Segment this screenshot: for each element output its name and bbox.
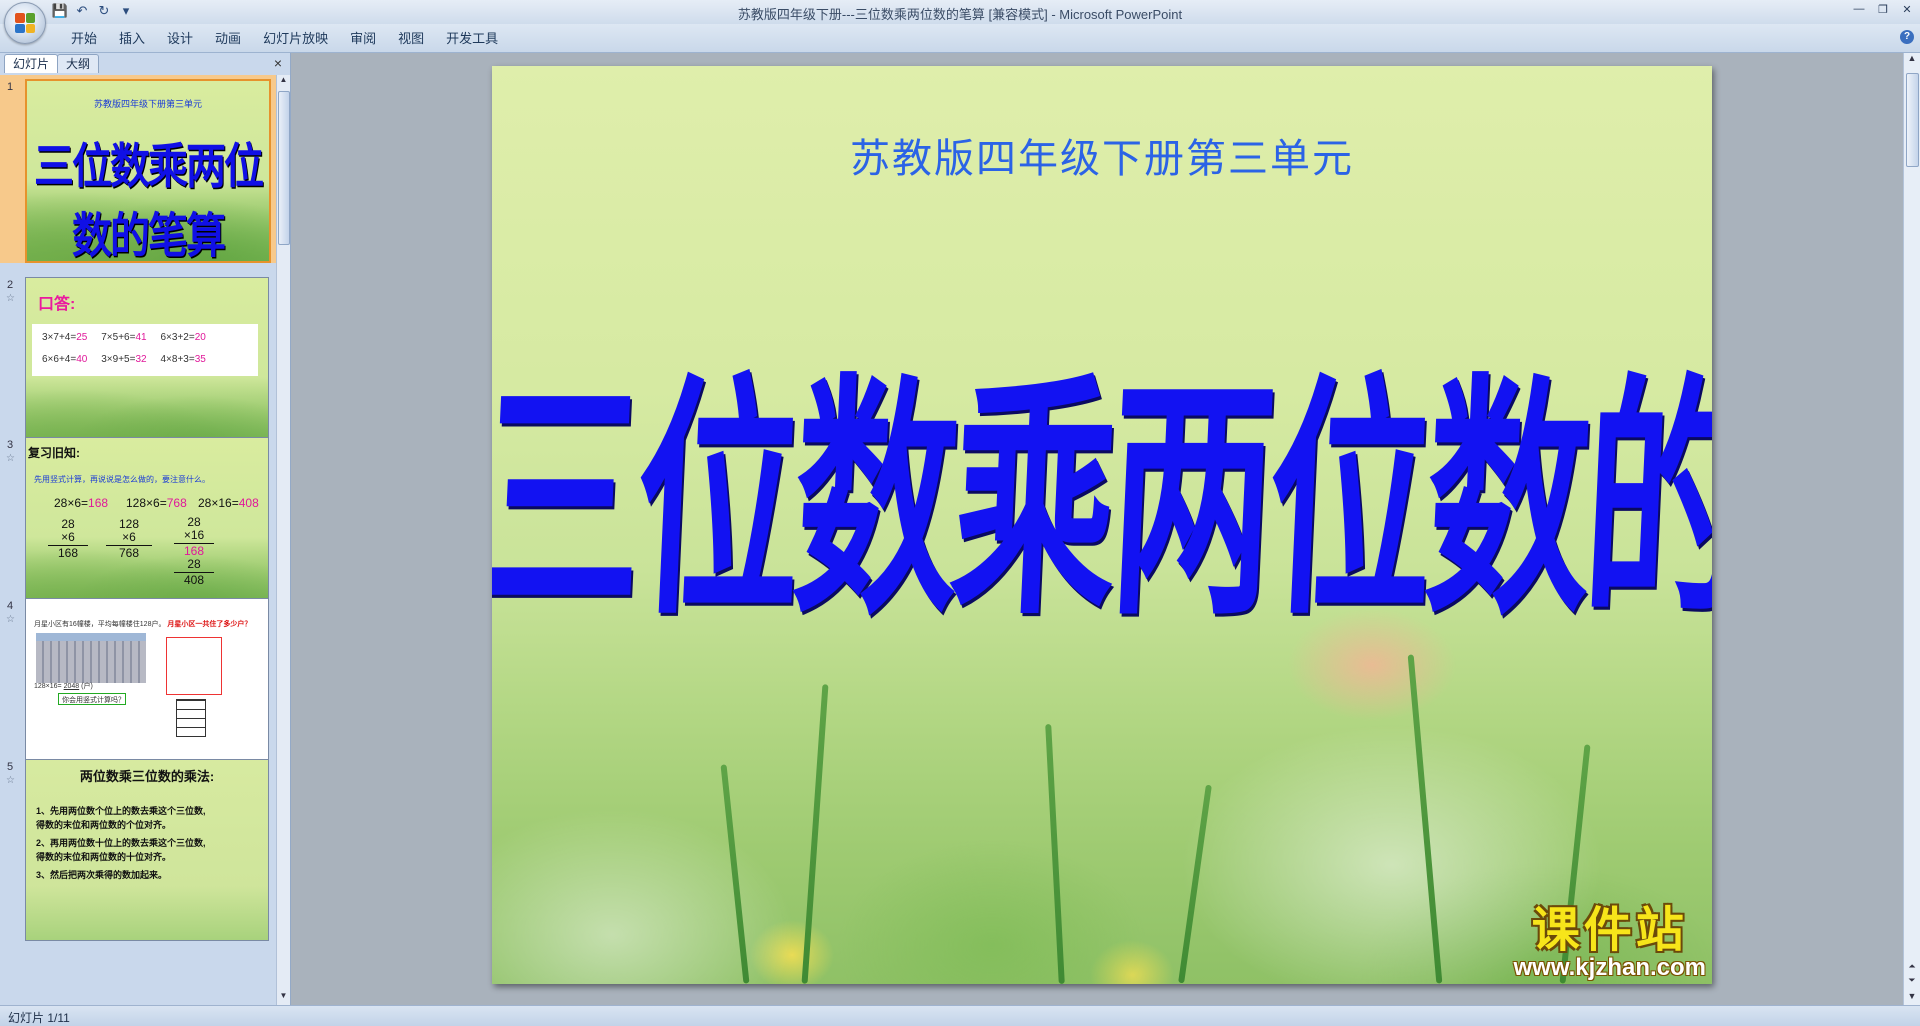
animation-star-icon: ☆ bbox=[6, 453, 15, 464]
word-problem: 月星小区有16幢楼，平均每幢楼住128户。 月星小区一共住了多少户？ bbox=[34, 621, 252, 628]
rule-step: 2、再用两位数十位上的数去乘这个三位数, bbox=[36, 838, 206, 848]
help-icon[interactable]: ? bbox=[1900, 30, 1914, 44]
tab-insert[interactable]: 插入 bbox=[108, 30, 156, 48]
rule-step: 3、然后把两次乘得的数加起来。 bbox=[36, 870, 168, 880]
rule-step: 1、先用两位数个位上的数去乘这个三位数, bbox=[36, 806, 206, 816]
slide-thumbnail-5[interactable]: 5 ☆ 两位数乘三位数的乘法: 1、先用两位数个位上的数去乘这个三位数, 得数的… bbox=[0, 755, 276, 943]
tab-slides[interactable]: 幻灯片 bbox=[4, 54, 59, 73]
tab-view[interactable]: 视图 bbox=[387, 30, 435, 48]
tab-outline[interactable]: 大纲 bbox=[57, 54, 100, 73]
equation: 28×16=408 bbox=[198, 496, 259, 510]
ribbon-tabs: 开始 插入 设计 动画 幻灯片放映 审阅 视图 开发工具 bbox=[50, 30, 509, 48]
vertical-calculation: 28 ×6 168 bbox=[48, 518, 88, 560]
slide-number: 3 bbox=[7, 439, 14, 451]
current-slide[interactable]: 苏教版四年级下册第三单元 三位数乘两位数的笔算 课件站 www.kjzhan.c… bbox=[492, 66, 1712, 984]
thumbnail-preview: 苏教版四年级下册第三单元 三位数乘两位数的笔算 bbox=[25, 79, 271, 263]
rule-step: 得数的末位和两位数的十位对齐。 bbox=[36, 852, 172, 862]
answer-line: 128×16= 2048 (户) bbox=[34, 683, 93, 690]
equation: 128×6=768 bbox=[126, 496, 187, 510]
animation-star-icon: ☆ bbox=[6, 775, 15, 786]
panel-close-icon[interactable]: × bbox=[274, 55, 282, 71]
vertical-calculation: 28 ×16 168 28 408 bbox=[174, 516, 214, 587]
status-bar: 幻灯片 1/11 bbox=[0, 1005, 1920, 1026]
slides-panel: 幻灯片 大纲 × 1 苏教版四年级下册第三单元 三位数乘两位数的笔算 2 ☆ 口… bbox=[0, 53, 291, 1005]
calculation-grid bbox=[176, 699, 206, 737]
thumb-heading: 两位数乘三位数的乘法: bbox=[79, 769, 215, 784]
tab-slideshow[interactable]: 幻灯片放映 bbox=[252, 30, 339, 48]
thumbnail-preview: 复习旧知: 先用竖式计算，再说说是怎么做的，要注意什么。 28×6=168 12… bbox=[25, 437, 269, 619]
equation-row: 3×7+4=25 7×5+6=41 6×3+2=20 bbox=[42, 332, 206, 343]
watermark-brand: 课件站 bbox=[1531, 904, 1688, 957]
ribbon: 开始 插入 设计 动画 幻灯片放映 审阅 视图 开发工具 ? bbox=[0, 24, 1920, 53]
prompt-text: 你会用竖式计算吗？ bbox=[62, 697, 125, 704]
watermark-url: www.kjzhan.com bbox=[1513, 954, 1706, 981]
prev-slide-icon[interactable]: ⏶ bbox=[1904, 961, 1920, 975]
slide-number: 5 bbox=[7, 761, 14, 773]
editor-scrollbar[interactable]: ▲ ⏶ ⏷ ▼ bbox=[1903, 53, 1920, 1005]
slide-thumbnail-4[interactable]: 4 ☆ 月星小区有16幢楼，平均每幢楼住128户。 月星小区一共住了多少户？ 1… bbox=[0, 594, 276, 782]
scroll-thumb[interactable] bbox=[1906, 73, 1919, 167]
office-logo-icon bbox=[15, 13, 35, 33]
tab-developer[interactable]: 开发工具 bbox=[435, 30, 509, 48]
scroll-down-icon[interactable]: ▼ bbox=[1904, 991, 1920, 1005]
rule-step: 得数的末位和两位数的个位对齐。 bbox=[36, 820, 172, 830]
close-icon[interactable]: ✕ bbox=[1900, 3, 1914, 16]
thumb-heading: 口答: bbox=[38, 296, 76, 313]
tab-design[interactable]: 设计 bbox=[156, 30, 204, 48]
thumb-instruction: 先用竖式计算，再说说是怎么做的，要注意什么。 bbox=[34, 475, 210, 484]
panel-scrollbar[interactable]: ▲ ▼ bbox=[276, 75, 290, 1005]
thumb-subtitle: 苏教版四年级下册第三单元 bbox=[93, 99, 202, 109]
slide-number: 1 bbox=[7, 81, 14, 93]
slide-title[interactable]: 三位数乘两位数的笔算 bbox=[492, 296, 1712, 663]
window-controls: — ❐ ✕ bbox=[1852, 3, 1914, 16]
equation-box: 3×7+4=25 7×5+6=41 6×3+2=20 6×6+4=40 3×9+… bbox=[32, 324, 258, 376]
tab-home[interactable]: 开始 bbox=[60, 30, 108, 48]
office-button[interactable] bbox=[4, 2, 46, 44]
site-watermark: 课件站 www.kjzhan.com bbox=[1514, 906, 1706, 980]
scroll-up-icon[interactable]: ▲ bbox=[1904, 53, 1920, 67]
building-image bbox=[36, 633, 146, 683]
thumbnail-preview: 两位数乘三位数的乘法: 1、先用两位数个位上的数去乘这个三位数, 得数的末位和两… bbox=[25, 759, 269, 941]
window-title: 苏教版四年级下册---三位数乘两位数的笔算 [兼容模式] - Microsoft… bbox=[737, 7, 1183, 22]
tab-review[interactable]: 审阅 bbox=[339, 30, 387, 48]
slide-thumbnails: 1 苏教版四年级下册第三单元 三位数乘两位数的笔算 2 ☆ 口答: 3×7+4=… bbox=[0, 75, 276, 1005]
equation: 28×6=168 bbox=[54, 496, 109, 510]
hint-box bbox=[166, 637, 222, 695]
thumbnail-preview: 月星小区有16幢楼，平均每幢楼住128户。 月星小区一共住了多少户？ 128×1… bbox=[25, 598, 269, 780]
thumbnail-preview: 口答: 3×7+4=25 7×5+6=41 6×3+2=20 6×6+4=40 … bbox=[25, 277, 269, 459]
restore-icon[interactable]: ❐ bbox=[1876, 3, 1890, 16]
thumb-title: 三位数乘两位数的笔算 bbox=[34, 140, 264, 263]
vertical-calculation: 128 ×6 768 bbox=[106, 518, 152, 560]
slide-counter: 幻灯片 1/11 bbox=[8, 1011, 70, 1025]
slide-number: 2 bbox=[7, 279, 14, 291]
scroll-thumb[interactable] bbox=[278, 91, 290, 245]
scroll-up-icon[interactable]: ▲ bbox=[277, 75, 290, 89]
slide-number: 4 bbox=[7, 600, 14, 612]
scroll-down-icon[interactable]: ▼ bbox=[277, 991, 290, 1005]
title-bar: 💾 ↶ ↻ ▾ 苏教版四年级下册---三位数乘两位数的笔算 [兼容模式] - M… bbox=[0, 0, 1920, 44]
equation-row: 6×6+4=40 3×9+5=32 4×8+3=35 bbox=[42, 354, 206, 365]
animation-star-icon: ☆ bbox=[6, 614, 15, 625]
tab-animations[interactable]: 动画 bbox=[204, 30, 252, 48]
slide-editor: 苏教版四年级下册第三单元 三位数乘两位数的笔算 课件站 www.kjzhan.c… bbox=[291, 53, 1904, 1005]
animation-star-icon: ☆ bbox=[6, 293, 15, 304]
next-slide-icon[interactable]: ⏷ bbox=[1904, 975, 1920, 989]
slide-subtitle[interactable]: 苏教版四年级下册第三单元 bbox=[492, 126, 1712, 184]
slide-thumbnail-3[interactable]: 3 ☆ 复习旧知: 先用竖式计算，再说说是怎么做的，要注意什么。 28×6=16… bbox=[0, 433, 276, 621]
slide-thumbnail-1[interactable]: 1 苏教版四年级下册第三单元 三位数乘两位数的笔算 bbox=[0, 75, 276, 263]
thumb-heading: 复习旧知: bbox=[28, 446, 80, 460]
minimize-icon[interactable]: — bbox=[1852, 3, 1866, 16]
panel-tabs: 幻灯片 大纲 bbox=[4, 54, 100, 74]
